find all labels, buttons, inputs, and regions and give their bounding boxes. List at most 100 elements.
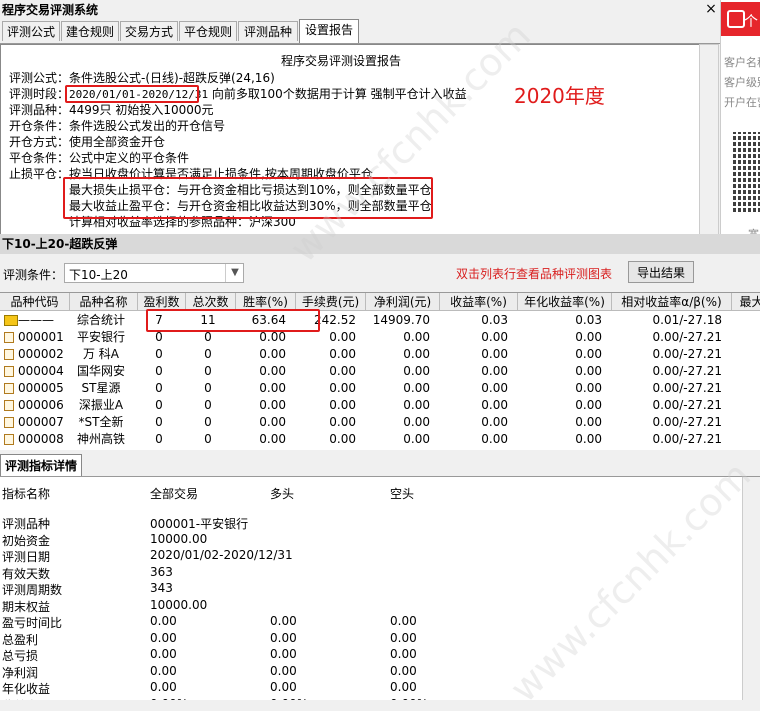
tab-bar: 评测公式 建仓规则 交易方式 平仓规则 评测品种 设置报告 [0, 19, 720, 44]
report-scrollbar[interactable] [699, 44, 719, 236]
col-name[interactable]: 品种名称 [70, 293, 138, 311]
col-wins[interactable]: 盈利数 [138, 293, 186, 311]
cell-wins: 7 [155, 313, 163, 327]
detail-short: 0.00 [390, 647, 417, 661]
cell-total: 0 [204, 415, 212, 429]
report-line-max-loss: 最大损失止损平仓：与开仓资金相比亏损达到10%，则全部数量平仓 [69, 183, 432, 197]
stock-icon [4, 349, 14, 360]
tab-formula[interactable]: 评测公式 [2, 21, 60, 41]
cell-relative-return: 0.00/-27.21 [652, 347, 722, 361]
detail-scrollbar[interactable] [742, 477, 760, 700]
detail-metric-name: 收益率 [2, 697, 38, 701]
export-button[interactable]: 导出结果 [628, 261, 694, 283]
cell-wins: 0 [155, 364, 163, 378]
col-fee[interactable]: 手续费(元) [296, 293, 366, 311]
report-value: 使用全部资金开仓 [69, 135, 166, 149]
report-key: 开仓方式： [9, 135, 70, 149]
cell-name: 国华网安 [76, 364, 125, 378]
cell-name: 综合统计 [76, 313, 125, 327]
cell-fee: 242.52 [314, 313, 356, 327]
condition-select[interactable]: 下10-上20 ▼ [64, 263, 244, 283]
stock-icon [4, 366, 14, 377]
title-bar: 程序交易评测系统 × [0, 0, 720, 18]
table-row[interactable]: 000007 *ST全新 0 0 0.00 0.00 0.00 0.00 0.00 0.00/-2… [0, 414, 760, 431]
message-icon [727, 10, 745, 28]
table-row[interactable]: 000006 深振业A 0 0 0.00 0.00 0.00 0.00 0.00 0.00/-27… [0, 397, 760, 414]
results-controls: 评测条件： 下10-上20 ▼ 双击列表行查看品种评测图表 导出结果 [0, 256, 760, 290]
cell-name: 神州高铁 [76, 432, 125, 446]
cell-winrate: 0.00 [259, 330, 286, 344]
detail-metric-name: 期末权益 [2, 599, 51, 614]
side-line-2: 客户级别 [724, 76, 760, 89]
cell-annual-return: 0.03 [575, 313, 602, 327]
detail-all-trades: 0.00 [150, 680, 177, 694]
report-key: 评测公式： [9, 71, 70, 85]
detail-header-long: 多头 [270, 487, 295, 501]
cell-relative-return: 0.00/-27.21 [652, 330, 722, 344]
cell-winrate: 0.00 [259, 381, 286, 395]
cell-total: 0 [204, 398, 212, 412]
report-key: 止损平仓： [9, 167, 70, 181]
tab-trade-mode[interactable]: 交易方式 [120, 21, 178, 41]
detail-short: 0.00% [390, 697, 428, 701]
settings-report: 程序交易评测设置报告 评测公式：条件选股公式-(日线)-超跌反弹(24,16) … [0, 44, 700, 236]
tab-close-rules[interactable]: 平仓规则 [179, 21, 237, 41]
detail-metric-name: 初始资金 [2, 533, 51, 548]
col-winrate[interactable]: 胜率(%) [236, 293, 296, 311]
cell-fee: 0.00 [329, 381, 356, 395]
cell-return: 0.00 [481, 432, 508, 446]
cell-relative-return: 0.00/-27.21 [652, 398, 722, 412]
side-line-3: 开户在营业 [724, 96, 760, 109]
cell-annual-return: 0.00 [575, 432, 602, 446]
table-row[interactable]: 000005 ST星源 0 0 0.00 0.00 0.00 0.00 0.00 0.00/-27… [0, 380, 760, 397]
col-max[interactable]: 最大 [732, 293, 760, 311]
close-button[interactable]: × [702, 1, 720, 17]
col-annual-return[interactable]: 年化收益率(%) [518, 293, 612, 311]
summary-row[interactable]: ——— 综合统计 7 11 63.64 242.52 14909.70 0.03 0.03 0.0… [0, 312, 760, 329]
tab-symbols[interactable]: 评测品种 [238, 21, 298, 41]
detail-all-trades: 0.00 [150, 630, 177, 645]
cell-annual-return: 0.00 [575, 364, 602, 378]
cell-wins: 0 [155, 347, 163, 361]
detail-all-trades: 10000.00 [150, 597, 208, 612]
col-code[interactable]: 品种代码 [0, 293, 70, 311]
cell-name: 万 科A [82, 347, 120, 361]
cell-wins: 0 [155, 381, 163, 395]
table-row[interactable]: 000002 万 科A 0 0 0.00 0.00 0.00 0.00 0.00 0.00/-27… [0, 346, 760, 363]
col-net-profit[interactable]: 净利润(元) [366, 293, 440, 311]
tab-settings-report[interactable]: 设置报告 [299, 19, 359, 43]
report-line-open-cond: 开仓条件：条件选股公式发出的开仓信号 [9, 117, 225, 134]
col-return[interactable]: 收益率(%) [440, 293, 518, 311]
tab-open-rules[interactable]: 建仓规则 [61, 21, 119, 41]
cell-total: 0 [204, 364, 212, 378]
table-row[interactable]: 000004 国华网安 0 0 0.00 0.00 0.00 0.00 0.00 0.00/-27… [0, 363, 760, 380]
detail-short: 0.00 [390, 663, 417, 678]
table-row[interactable]: 000001 平安银行 0 0 0.00 0.00 0.00 0.00 0.00 0.00/-27… [0, 329, 760, 346]
detail-long: 0.00 [270, 630, 297, 645]
tab-detail[interactable]: 评测指标详情 [0, 454, 83, 476]
detail-metric-name: 有效天数 [2, 566, 51, 581]
report-line-formula: 评测公式：条件选股公式-(日线)-超跌反弹(24,16) [9, 69, 275, 86]
cell-net-profit: 14909.70 [372, 313, 430, 327]
cell-fee: 0.00 [329, 432, 356, 446]
detail-metric-name: 净利润 [2, 665, 39, 680]
cell-code: 000006 [18, 398, 64, 412]
detail-short: 0.00 [390, 680, 417, 694]
cell-fee: 0.00 [329, 415, 356, 429]
detail-long: 0.00 [270, 663, 297, 678]
cell-winrate: 0.00 [259, 432, 286, 446]
col-total[interactable]: 总次数 [186, 293, 236, 311]
detail-all-trades: 000001-平安银行 [150, 517, 249, 531]
detail-short: 0.00 [390, 614, 417, 628]
detail-header-all: 全部交易 [150, 487, 199, 501]
col-relative-return[interactable]: 相对收益率α/β(%) [612, 293, 732, 311]
detail-all-trades: 0.00 [150, 663, 177, 678]
chevron-down-icon[interactable]: ▼ [225, 264, 244, 282]
cell-fee: 0.00 [329, 398, 356, 412]
side-panel-button[interactable]: 个 [721, 2, 760, 36]
cell-fee: 0.00 [329, 330, 356, 344]
detail-all-trades: 343 [150, 581, 173, 595]
cell-fee: 0.00 [329, 364, 356, 378]
cell-code: ——— [18, 313, 54, 327]
table-row[interactable]: 000008 神州高铁 0 0 0.00 0.00 0.00 0.00 0.00 0.00/-27… [0, 431, 760, 448]
